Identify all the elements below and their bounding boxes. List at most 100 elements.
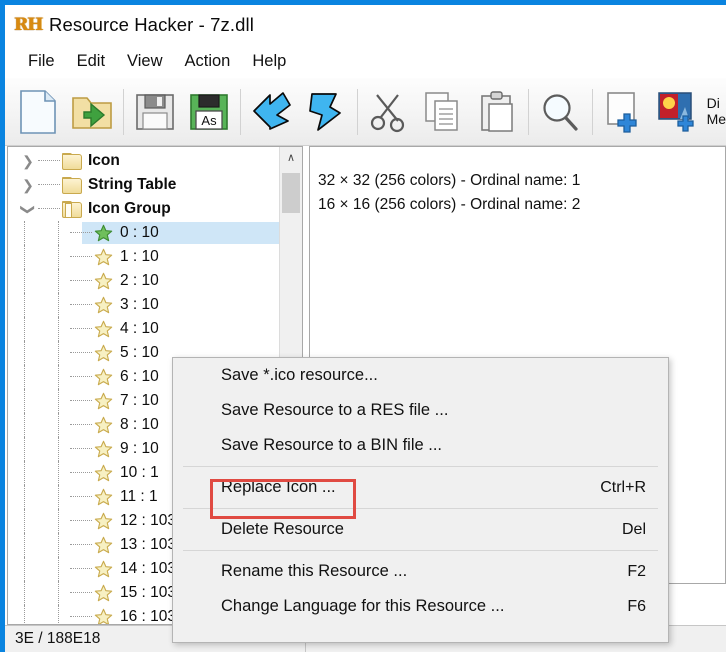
star-yellow-icon [94, 368, 113, 386]
tree-child-item[interactable]: 3 : 10 [8, 293, 282, 317]
image-plus-icon [656, 90, 700, 134]
menu-action[interactable]: Action [174, 49, 242, 74]
blue-arrow-right-icon [306, 91, 346, 133]
toolbar-find-button[interactable] [533, 83, 587, 141]
toolbar-paste-button[interactable] [470, 83, 524, 141]
context-menu-item-save-bin[interactable]: Save Resource to a BIN file ... [173, 428, 668, 463]
menu-bar: File Edit View Action Help [5, 45, 726, 78]
star-yellow-icon [94, 416, 113, 434]
chevron-right-icon[interactable]: ❯ [18, 153, 38, 170]
star-green-icon [94, 224, 113, 242]
toolbar-separator [240, 88, 242, 135]
context-menu-item-label: Save *.ico resource... [221, 366, 378, 384]
toolbar: As Di Me [5, 78, 726, 146]
context-menu-item-change-language[interactable]: Change Language for this Resource ... F6 [173, 589, 668, 624]
toolbar-save-button[interactable] [128, 83, 182, 141]
toolbar-separator [591, 88, 593, 135]
context-menu-item-rename-resource[interactable]: Rename this Resource ... F2 [173, 554, 668, 589]
title-bar: RH Resource Hacker - 7z.dll [5, 5, 726, 45]
context-menu-item-shortcut: Ctrl+R [600, 478, 646, 496]
window-title: Resource Hacker - 7z.dll [49, 14, 254, 35]
tree-connector [70, 328, 92, 330]
scrollbar-thumb[interactable] [282, 173, 300, 213]
svg-text:As: As [202, 113, 218, 128]
menu-help[interactable]: Help [241, 49, 297, 74]
tree-connector [70, 376, 92, 378]
main-area: ❯ Icon ❯ String Table ❯ Icon Group 0: 1… [5, 146, 726, 643]
tree-child-item[interactable]: 0 : 10 [8, 221, 282, 245]
tree-connector [70, 520, 92, 522]
folder-open-icon [62, 201, 82, 218]
magnifier-icon [539, 91, 581, 133]
toolbar-open-file-button[interactable] [65, 83, 119, 141]
application-window: RH Resource Hacker - 7z.dll File Edit Vi… [0, 0, 726, 652]
toolbar-new-file-button[interactable] [11, 83, 65, 141]
tree-node-label: Icon Group [88, 200, 171, 217]
tree-child-label: 8 : 10 [120, 416, 159, 433]
toolbar-add-resource-button[interactable] [596, 83, 650, 141]
editor-line: 32 × 32 (256 colors) - Ordinal name: 1 [318, 172, 581, 189]
context-menu-item-label: Save Resource to a RES file ... [221, 401, 449, 419]
tree-child-label: 2 : 10 [120, 272, 159, 289]
tree-connector [70, 232, 92, 234]
toolbar-cut-button[interactable] [362, 83, 416, 141]
star-yellow-icon [94, 488, 113, 506]
tree-node-icon-group[interactable]: ❯ Icon Group [8, 197, 282, 221]
tree-connector [70, 304, 92, 306]
menu-edit[interactable]: Edit [66, 49, 116, 74]
chevron-right-icon[interactable]: ❯ [18, 177, 38, 194]
context-menu-separator [183, 550, 658, 551]
toolbar-trailing-label-line1: Di [706, 94, 720, 111]
tree-child-item[interactable]: 4 : 10 [8, 317, 282, 341]
tree-child-label: 6 : 10 [120, 368, 159, 385]
tree-child-item[interactable]: 2 : 10 [8, 269, 282, 293]
context-menu-item-shortcut: F6 [627, 597, 646, 615]
scroll-up-icon[interactable]: ∧ [280, 147, 302, 167]
tree-connector [70, 544, 92, 546]
copy-pages-icon [423, 90, 463, 134]
context-menu-item-delete-resource[interactable]: Delete Resource Del [173, 512, 668, 547]
toolbar-copy-button[interactable] [416, 83, 470, 141]
tree-connector [70, 496, 92, 498]
app-logo-icon: RH [13, 14, 43, 35]
editor-content: 32 × 32 (256 colors) - Ordinal name: 1 1… [310, 147, 725, 217]
toolbar-add-image-resource-button[interactable] [651, 83, 705, 141]
toolbar-forward-button[interactable] [299, 83, 353, 141]
resource-context-menu: Save *.ico resource... Save Resource to … [172, 357, 669, 643]
star-yellow-icon [94, 344, 113, 362]
toolbar-back-button[interactable] [245, 83, 299, 141]
tree-connector [70, 280, 92, 282]
star-yellow-icon [94, 464, 113, 482]
chevron-down-icon[interactable]: ❯ [20, 199, 37, 219]
tree-child-label: 10 : 1 [120, 464, 159, 481]
context-menu-item-label: Save Resource to a BIN file ... [221, 436, 443, 454]
floppy-save-icon [135, 92, 175, 132]
tree-child-item[interactable]: 1 : 10 [8, 245, 282, 269]
tree-node-string-table[interactable]: ❯ String Table [8, 173, 282, 197]
new-document-icon [19, 89, 57, 135]
tree-child-label: 7 : 10 [120, 392, 159, 409]
folder-icon [62, 177, 82, 194]
scissors-icon [369, 91, 409, 133]
menu-view[interactable]: View [116, 49, 173, 74]
context-menu-item-label: Change Language for this Resource ... [221, 597, 505, 615]
blue-arrow-left-icon [250, 91, 294, 133]
tree-child-label: 11 : 1 [120, 488, 158, 505]
context-menu-item-replace-icon[interactable]: Replace Icon ... Ctrl+R [173, 470, 668, 505]
menu-file[interactable]: File [17, 49, 66, 74]
tree-connector [70, 568, 92, 570]
context-menu-item-save-res[interactable]: Save Resource to a RES file ... [173, 393, 668, 428]
tree-connector [38, 160, 60, 162]
context-menu-item-label: Replace Icon ... [221, 478, 336, 496]
toolbar-separator [123, 88, 125, 135]
toolbar-save-as-button[interactable]: As [182, 83, 236, 141]
tree-node-label: String Table [88, 176, 177, 193]
star-yellow-icon [94, 320, 113, 338]
context-menu-item-shortcut: Del [621, 520, 646, 538]
tree-child-label: 9 : 10 [120, 440, 159, 457]
star-yellow-icon [94, 512, 113, 530]
context-menu-item-save-ico[interactable]: Save *.ico resource... [173, 358, 668, 393]
tree-node-icon[interactable]: ❯ Icon [8, 149, 282, 173]
star-yellow-icon [94, 608, 113, 624]
tree-child-label: 4 : 10 [120, 320, 159, 337]
